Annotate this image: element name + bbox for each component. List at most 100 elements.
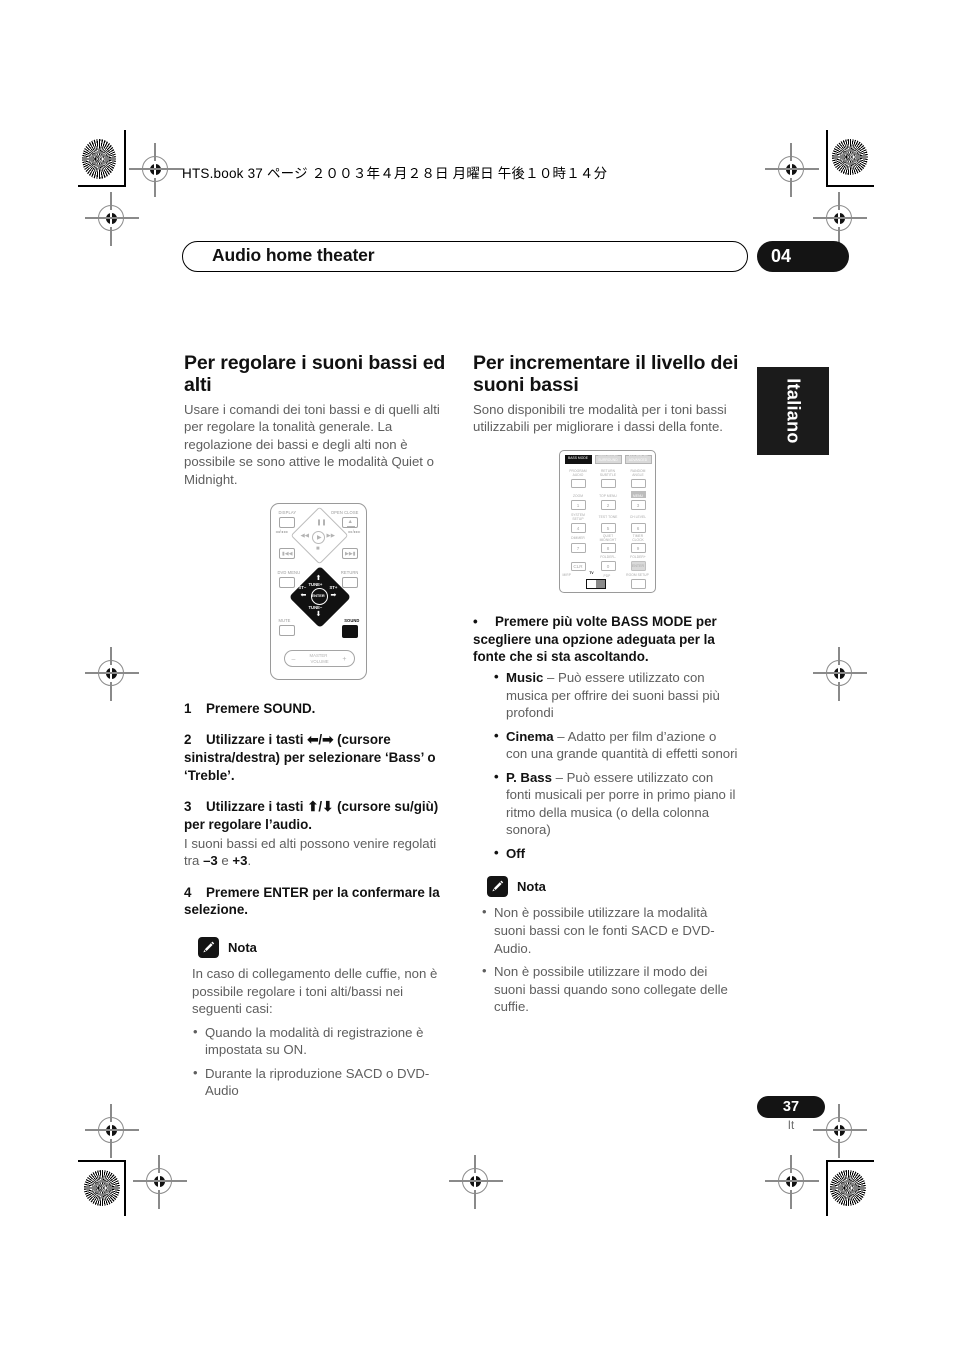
left-section-intro: Usare i comandi dei toni bassi e di quel… bbox=[184, 401, 440, 488]
bass-mode-option-music-name: Music bbox=[506, 670, 544, 685]
surround-label-top: SURROUND bbox=[598, 453, 618, 458]
volume-up-label: + bbox=[342, 655, 347, 663]
language-side-tab: Italiano bbox=[757, 367, 829, 455]
step-2-text: Utilizzare i tasti ⬅/➡ (cursore sinistra… bbox=[184, 732, 436, 783]
subtitle-label: SUBTITLE bbox=[599, 472, 617, 477]
rewind-icon: ◀◀ bbox=[300, 532, 309, 539]
fast-forward-icon: ▶▶ bbox=[326, 532, 335, 539]
stop-icon: ■ bbox=[316, 545, 320, 552]
numeric-key-0: 0 bbox=[600, 560, 616, 571]
pause-icon: ❚❚ bbox=[316, 519, 327, 526]
rosette-mark-bottom-left bbox=[84, 1170, 120, 1206]
master-volume-label-1: MASTER bbox=[309, 653, 328, 659]
crop-mark-top-right-v bbox=[826, 130, 828, 186]
tune-up-label: TUNE+ bbox=[308, 581, 323, 587]
chapter-number-badge: 04 bbox=[757, 241, 849, 272]
bass-mode-option-music: Music – Può essere utilizzato con musica… bbox=[493, 668, 741, 722]
remote-button-return bbox=[341, 576, 358, 588]
rosette-mark-top-left bbox=[82, 139, 116, 179]
numeric-key-9: 9 bbox=[630, 542, 646, 553]
room-setup-label: ROOM SETUP bbox=[626, 572, 649, 577]
right-lead-bullet: • Premere più volte BASS MODE per sceglie… bbox=[473, 613, 741, 666]
page-language-code: It bbox=[787, 1120, 795, 1132]
registration-mark-left-center bbox=[85, 647, 139, 701]
bass-mode-option-pbass: P. Bass – Può essere utilizzato con font… bbox=[493, 768, 741, 839]
crop-mark-top-left-v bbox=[124, 130, 126, 186]
cursor-left-icon: ⬅ bbox=[300, 591, 307, 599]
remote-button-sound bbox=[341, 624, 358, 638]
source-selector-switch bbox=[585, 578, 606, 589]
audio-label: AUDIO bbox=[572, 472, 584, 477]
crop-mark-bottom-left-h bbox=[78, 1160, 126, 1162]
step-4-text: Premere ENTER per la confermare la selez… bbox=[184, 884, 440, 918]
pdp-label: PDP bbox=[603, 573, 611, 578]
chapter-title: Audio home theater bbox=[212, 245, 375, 265]
numeric-key-2: 2 bbox=[600, 499, 616, 510]
registration-mark-top-left bbox=[129, 143, 183, 197]
bass-mode-option-pbass-name: P. Bass bbox=[506, 769, 552, 785]
remote-label-scan-back: ◂◂/◂◂◂ bbox=[275, 528, 288, 534]
transport-remote-illustration: DISPLAY OPEN CLOSE ▲ ❚❚ ▶ ◀◀ ▶▶ ■ ◂◂/◂◂◂… bbox=[269, 502, 367, 680]
registration-mark-left-low bbox=[85, 1104, 139, 1158]
zoom-label: ZOOM bbox=[572, 493, 584, 498]
pencil-icon bbox=[198, 937, 219, 959]
numeric-key-5: 5 bbox=[600, 522, 616, 533]
remote-button-dvd-menu bbox=[278, 576, 295, 588]
left-nota-intro: In caso di collegamento delle cuffie, no… bbox=[192, 966, 438, 1017]
remote-button-display bbox=[278, 516, 295, 528]
remote-label-display: DISPLAY bbox=[278, 509, 297, 515]
rosette-mark-top-right bbox=[832, 139, 868, 175]
tv-label: TV bbox=[589, 570, 594, 575]
registration-mark-mid-left bbox=[85, 192, 139, 246]
left-nota-bullet-list: Quando la modalità di registrazione è im… bbox=[192, 1023, 452, 1100]
folder-minus-label: FOLDER– bbox=[600, 554, 616, 559]
right-section-intro: Sono disponibili tre modalità per i toni… bbox=[473, 401, 727, 435]
random-angle-key bbox=[630, 478, 646, 488]
remote-button-next: ▶▶▮ bbox=[341, 547, 358, 559]
setup-label: SETUP bbox=[572, 516, 584, 521]
volume-down-label: – bbox=[291, 655, 296, 663]
right-lead-bullet-text: Premere più volte BASS MODE per sceglier… bbox=[473, 613, 717, 665]
language-side-tab-label: Italiano bbox=[783, 378, 804, 444]
step-3-text: Utilizzare i tasti ⬆/⬇ (cursore su/giù) … bbox=[184, 799, 439, 833]
remote-enter-key: ENTER bbox=[630, 560, 646, 571]
left-nota-body: In caso di collegamento delle cuffie, no… bbox=[184, 965, 452, 1100]
step-2-number: 2 bbox=[184, 732, 192, 748]
program-audio-key bbox=[570, 478, 586, 488]
remote-label-scan-fwd: ▸▸/▸▸▸ bbox=[348, 528, 361, 534]
remote-button-open-close: ▲ bbox=[341, 516, 358, 528]
surround-label: SURROUND bbox=[598, 457, 618, 462]
enter-label: ENTER bbox=[311, 592, 325, 598]
file-timestamp: HTS.book 37 ページ ２００３年４月２８日 月曜日 午後１０時１４分 bbox=[182, 166, 608, 181]
repeat-subtitle-key bbox=[600, 478, 616, 488]
step-3-note: I suoni bassi ed alti possono venire reg… bbox=[184, 835, 452, 870]
tune-down-label: TUNE– bbox=[308, 604, 323, 610]
step-3-note-min: –3 bbox=[203, 853, 218, 869]
left-section-heading: Per regolare i suoni bassi ed alti bbox=[184, 352, 446, 397]
cursor-up-icon: ⬆ bbox=[315, 574, 322, 582]
remote-label-dvd-menu: DVD MENU bbox=[277, 569, 301, 575]
step-3-number: 3 bbox=[184, 799, 192, 815]
registration-mark-top-right bbox=[765, 143, 819, 197]
next-track-icon: ▶▶▮ bbox=[345, 550, 356, 557]
bass-mode-option-cinema-name: Cinema bbox=[506, 728, 554, 744]
angle-label: ANGLE bbox=[632, 472, 644, 477]
ch-level-label: CH LEVEL bbox=[629, 514, 647, 519]
top-menu-label: TOP MENU bbox=[599, 493, 617, 498]
bass-mode-option-off: Off bbox=[493, 844, 741, 863]
room-setup-key bbox=[630, 578, 646, 589]
numeric-key-8: 8 bbox=[600, 542, 616, 553]
bass-mode-option-list: Music – Può essere utilizzato con musica… bbox=[473, 668, 741, 863]
step-1-text: Premere SOUND. bbox=[206, 700, 316, 716]
remote-label-open-close: OPEN CLOSE bbox=[330, 509, 359, 515]
registration-mark-bottom-center bbox=[449, 1155, 503, 1209]
rosette-mark-bottom-right bbox=[830, 1170, 866, 1206]
crop-mark-bottom-right-v bbox=[826, 1160, 828, 1216]
step-4: 4 Premere ENTER per la confermare la sele… bbox=[184, 884, 452, 919]
right-nota-bullet-list: Non è possibile utilizzare la modalità s… bbox=[481, 903, 741, 1015]
crop-mark-bottom-left-v bbox=[124, 1160, 126, 1216]
step-3: 3 Utilizzare i tasti ⬆/⬇ (cursore su/giù)… bbox=[184, 798, 452, 833]
remote-button-mute bbox=[278, 624, 295, 636]
previous-track-icon: ▮◀◀ bbox=[282, 550, 293, 557]
registration-mark-right-low bbox=[813, 1104, 867, 1158]
